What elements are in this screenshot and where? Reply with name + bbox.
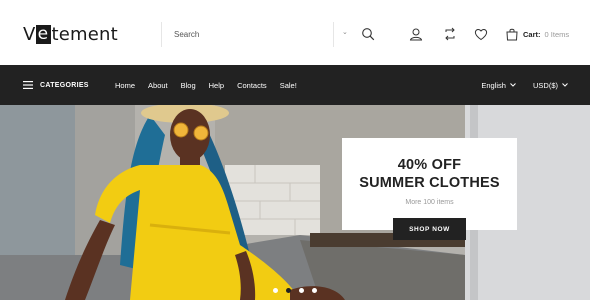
logo-highlight: e [35,24,51,44]
nav-link-about[interactable]: About [148,81,168,90]
promo-title-line2: SUMMER CLOTHES [359,175,500,191]
promo-title-line1: 40% OFF [397,157,462,173]
language-select[interactable]: English [481,81,516,90]
promo-card: 40% OFF SUMMER CLOTHES More 100 items [342,138,517,230]
shop-now-button[interactable]: SHOP NOW [393,218,466,240]
cart-icon [506,28,518,40]
brand-logo[interactable]: Ve tement [23,23,118,45]
slider-dot[interactable] [273,288,278,293]
nav-link-help[interactable]: Help [209,81,224,90]
promo-subtitle: More 100 items [405,199,454,206]
nav-link-blog[interactable]: Blog [181,81,196,90]
search-input[interactable] [174,27,324,42]
categories-label: CATEGORIES [40,81,89,89]
hero-slider: 40% OFF SUMMER CLOTHES More 100 items SH… [0,105,590,300]
nav-link-sale[interactable]: Sale! [280,81,297,90]
search-divider-left [161,22,162,47]
cart-button[interactable]: Cart: 0 Items [506,27,569,41]
slider-dots [273,288,325,293]
cart-label: Cart: [523,29,541,39]
language-value: English [481,80,506,90]
logo-rest: tement [51,23,118,45]
heart-icon[interactable] [474,27,488,41]
chevron-down-icon [510,83,516,87]
nav-links: Home About Blog Help Contacts Sale! [115,65,310,105]
slider-dot[interactable] [312,288,317,293]
main-navbar: CATEGORIES Home About Blog Help Contacts… [0,65,590,105]
nav-link-home[interactable]: Home [115,81,135,90]
logo-initial: V [23,23,36,45]
search-category-chevron-icon[interactable]: ⌄ [342,28,348,36]
chevron-down-icon [562,83,568,87]
search-icon[interactable] [361,27,375,41]
search-divider-right [333,22,334,47]
slider-dot-active[interactable] [286,288,291,293]
compare-icon[interactable] [443,27,457,41]
currency-value: USD($) [532,80,558,90]
nav-selectors: English USD($) [464,65,568,105]
nav-link-contacts[interactable]: Contacts [237,81,267,90]
slider-dot[interactable] [299,288,304,293]
cart-count: 0 Items [544,29,570,39]
top-header: Vetement ⌄ Cart: 0 Items [0,0,590,65]
currency-select[interactable]: USD($) [533,81,568,90]
user-icon[interactable] [409,27,423,41]
categories-menu-button[interactable]: CATEGORIES [23,65,89,105]
hamburger-icon [23,81,33,89]
